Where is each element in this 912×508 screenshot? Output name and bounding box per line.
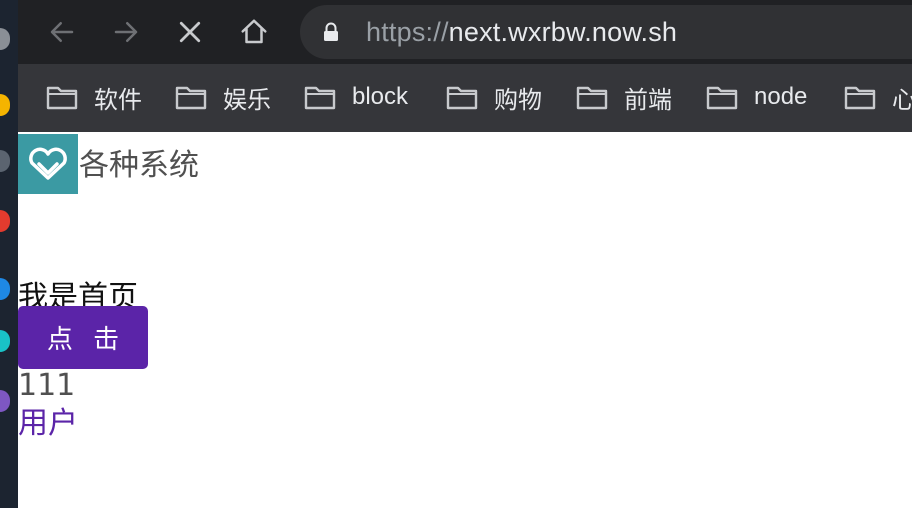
url-scheme: https://	[366, 17, 449, 47]
bookmark-folder-software[interactable]: 软件	[46, 77, 142, 117]
browser-toolbar: https://next.wxrbw.now.sh	[18, 0, 912, 64]
bookmark-folder-heart[interactable]: 心	[844, 77, 912, 117]
bookmark-folder-block[interactable]: block	[304, 77, 408, 117]
arrow-left-icon	[50, 22, 74, 42]
back-button[interactable]	[42, 12, 82, 52]
dock-app-icon[interactable]	[0, 278, 10, 300]
dock-app-icon[interactable]	[0, 210, 10, 232]
dock-app-icon[interactable]	[0, 94, 10, 116]
bookmark-folder-node[interactable]: node	[706, 77, 807, 117]
address-bar[interactable]: https://next.wxrbw.now.sh	[300, 5, 912, 59]
bookmark-label: 软件	[94, 86, 142, 114]
url-text: https://next.wxrbw.now.sh	[366, 17, 677, 48]
folder-icon	[576, 86, 608, 110]
dock-app-icon[interactable]	[0, 28, 10, 50]
user-link[interactable]: 用户	[18, 398, 78, 442]
bookmarks-bar: 软件 娱乐 block 购物 前端 node 心	[18, 64, 912, 132]
dock-app-icon[interactable]	[0, 390, 10, 412]
stop-loading-button[interactable]	[170, 12, 210, 52]
bookmark-folder-entertainment[interactable]: 娱乐	[175, 77, 271, 117]
heart-tag-icon	[29, 147, 67, 180]
close-icon	[179, 21, 201, 43]
app-title: 各种系统	[79, 148, 199, 183]
app-logo[interactable]	[18, 134, 78, 194]
bookmark-folder-shopping[interactable]: 购物	[446, 77, 542, 117]
folder-icon	[304, 86, 336, 110]
bookmark-label: 娱乐	[223, 86, 271, 114]
bookmark-folder-frontend[interactable]: 前端	[576, 77, 672, 117]
bookmark-label: block	[352, 83, 409, 110]
dock-strip	[0, 0, 18, 508]
forward-button[interactable]	[106, 12, 146, 52]
home-button[interactable]	[234, 12, 274, 52]
bookmark-label: 心	[892, 86, 912, 114]
page-content: 各种系统 我是首页 点 击 111 用户	[18, 132, 912, 508]
bookmark-label: 前端	[624, 86, 672, 114]
folder-icon	[446, 86, 478, 110]
dock-app-icon[interactable]	[0, 150, 10, 172]
bookmark-label: 购物	[494, 86, 542, 114]
folder-icon	[46, 86, 78, 110]
folder-icon	[844, 86, 876, 110]
click-button[interactable]: 点 击	[18, 306, 148, 369]
home-icon	[241, 19, 267, 44]
folder-icon	[175, 86, 207, 110]
url-host: next.wxrbw.now.sh	[448, 17, 678, 47]
dock-app-icon[interactable]	[0, 330, 10, 352]
folder-icon	[706, 86, 738, 110]
lock-icon	[324, 22, 338, 41]
arrow-right-icon	[114, 22, 138, 42]
bookmark-label: node	[754, 83, 808, 110]
